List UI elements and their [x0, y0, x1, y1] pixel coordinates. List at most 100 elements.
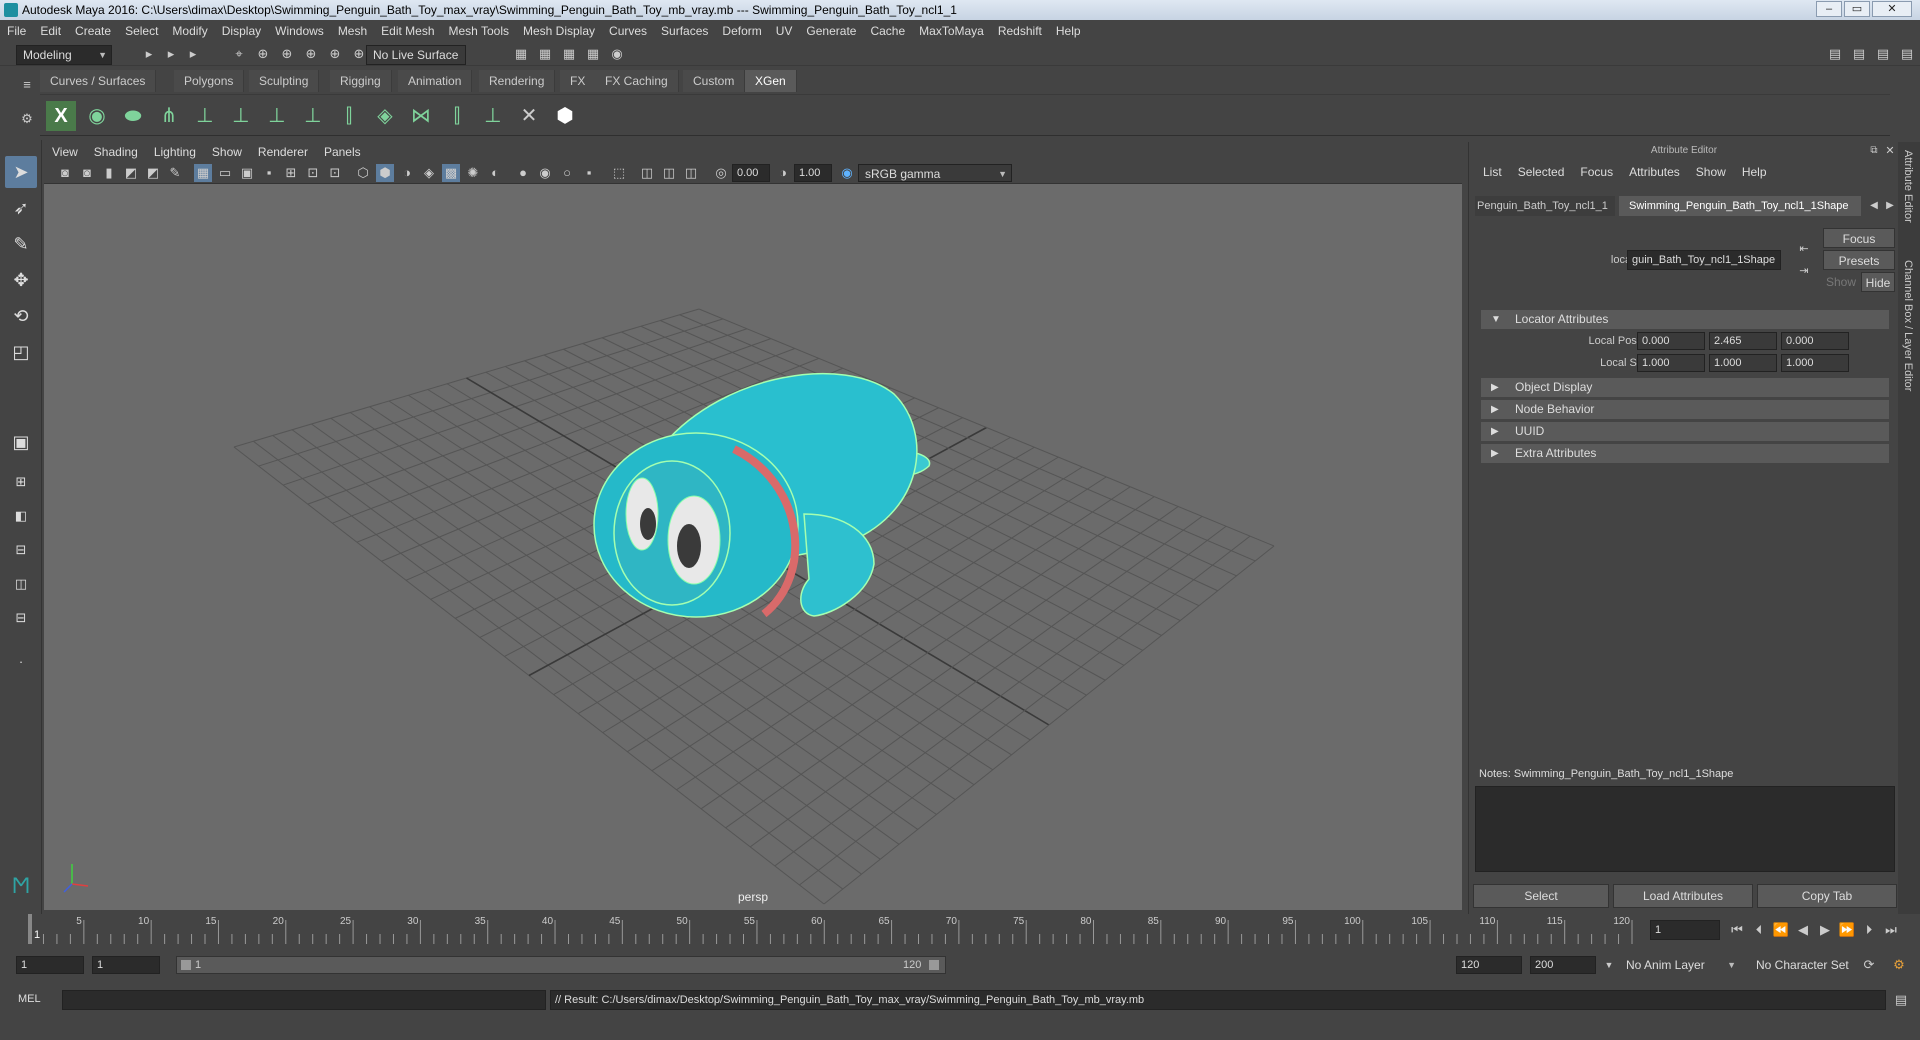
field-chart-icon[interactable]: ⊞ — [282, 164, 300, 182]
file-save-icon[interactable]: ▸ — [184, 45, 202, 63]
menu-edit-mesh[interactable]: Edit Mesh — [374, 20, 441, 42]
perspective-viewport[interactable]: persp — [44, 184, 1462, 910]
channel-box-side-tab[interactable]: Channel Box / Layer Editor — [1902, 260, 1914, 391]
range-bar[interactable]: 1 120 — [176, 956, 946, 974]
xgen-cut-icon[interactable]: ⫿ — [442, 101, 472, 131]
exposure-field[interactable]: 0.00 — [732, 164, 770, 182]
notes-textarea[interactable] — [1475, 786, 1895, 872]
auto-key-icon[interactable]: ⟳ — [1860, 956, 1878, 974]
depth-of-field-icon[interactable]: ▪ — [580, 164, 598, 182]
gamma-icon[interactable]: ◑ — [774, 164, 792, 182]
locator-attributes-section[interactable]: ▼ Locator Attributes — [1481, 310, 1889, 329]
snap-curve-icon[interactable]: ⊕ — [278, 45, 296, 63]
screen-space-ao-icon[interactable]: ● — [514, 164, 532, 182]
step-forward-frame-icon[interactable]: ⏵ — [1860, 921, 1878, 939]
use-all-lights-icon[interactable]: ✺ — [464, 164, 482, 182]
input-connection-icon[interactable]: ⇤ — [1795, 240, 1813, 258]
xgen-fur-icon[interactable]: ⫿ — [334, 101, 364, 131]
time-slider[interactable]: 5 10 15 20 25 30 35 40 45 50 55 60 65 70 75 80 85 90 95 100… — [22, 914, 1642, 944]
attribute-editor-toggle-icon[interactable]: ▤ — [1850, 45, 1868, 63]
animation-end-field[interactable]: 200 — [1530, 956, 1596, 974]
file-new-icon[interactable]: ▸ — [140, 45, 158, 63]
ae-menu-selected[interactable]: Selected — [1510, 162, 1573, 182]
viewport-menu-renderer[interactable]: Renderer — [250, 142, 316, 162]
live-surface-field[interactable]: No Live Surface — [366, 45, 466, 65]
wireframe-on-shaded-icon[interactable]: ◈ — [420, 164, 438, 182]
xgen-guide-icon[interactable]: ⊥ — [262, 101, 292, 131]
color-management-icon[interactable]: ◉ — [838, 164, 856, 182]
grease-pencil-icon[interactable]: ✎ — [166, 164, 184, 182]
xgen-clump-icon[interactable]: ⋈ — [406, 101, 436, 131]
lasso-tool-icon[interactable]: ➶ — [5, 192, 37, 224]
command-input[interactable] — [62, 990, 546, 1010]
select-hierarchy-icon[interactable]: ⌖ — [230, 45, 248, 63]
safe-title-icon[interactable]: ⊡ — [326, 164, 344, 182]
file-open-icon[interactable]: ▸ — [162, 45, 180, 63]
select-button[interactable]: Select — [1473, 884, 1609, 908]
render-frame-icon[interactable]: ▦ — [536, 45, 554, 63]
shelf-menu-icon[interactable]: ≡ — [18, 76, 36, 94]
resolution-gate-icon[interactable]: ▣ — [238, 164, 256, 182]
2d-pan-zoom-icon[interactable]: ◩ — [144, 164, 162, 182]
xgen-lock-icon[interactable]: ⊥ — [298, 101, 328, 131]
shelf-tab-curves-surfaces[interactable]: Curves / Surfaces — [40, 70, 157, 92]
render-view-icon[interactable]: ▦ — [512, 45, 530, 63]
animation-preferences-icon[interactable]: ⚙ — [1890, 956, 1908, 974]
menu-cache[interactable]: Cache — [863, 20, 912, 42]
motion-blur-icon[interactable]: ◉ — [536, 164, 554, 182]
menu-display[interactable]: Display — [215, 20, 268, 42]
node-behavior-section[interactable]: ▶ Node Behavior — [1481, 400, 1889, 419]
xgen-layers-icon[interactable]: ◈ — [370, 101, 400, 131]
presets-button[interactable]: Presets — [1823, 250, 1895, 270]
xray-icon[interactable]: ◫ — [638, 164, 656, 182]
tab-transform-node[interactable]: Penguin_Bath_Toy_ncl1_1 — [1475, 196, 1615, 216]
menu-windows[interactable]: Windows — [268, 20, 331, 42]
menu-uv[interactable]: UV — [769, 20, 800, 42]
grid-toggle-icon[interactable]: ▦ — [194, 164, 212, 182]
scale-tool-icon[interactable]: ◰ — [5, 336, 37, 368]
shelf-tab-animation[interactable]: Animation — [398, 70, 473, 92]
viewport-menu-show[interactable]: Show — [204, 142, 250, 162]
exposure-icon[interactable]: ◎ — [712, 164, 730, 182]
four-view-icon[interactable]: ⊞ — [5, 466, 37, 498]
shadows-icon[interactable]: ◐ — [486, 164, 504, 182]
minimize-button[interactable]: – — [1816, 1, 1842, 17]
menu-curves[interactable]: Curves — [602, 20, 654, 42]
xgen-length-icon[interactable]: ⊥ — [478, 101, 508, 131]
menu-file[interactable]: File — [0, 20, 33, 42]
gamma-field[interactable]: 1.00 — [794, 164, 832, 182]
tab-next-icon[interactable]: ▶ — [1881, 197, 1899, 215]
step-back-frame-icon[interactable]: ⏴ — [1750, 921, 1768, 939]
show-button[interactable]: Show — [1823, 272, 1859, 292]
snap-view-icon[interactable]: ⊕ — [326, 45, 344, 63]
rotate-tool-icon[interactable]: ⟲ — [5, 300, 37, 332]
shelf-tab-fx-caching[interactable]: FX Caching — [595, 70, 679, 92]
multisample-aa-icon[interactable]: ○ — [558, 164, 576, 182]
local-scale-x-field[interactable]: 1.000 — [1637, 354, 1705, 372]
focus-button[interactable]: Focus — [1823, 228, 1895, 248]
uuid-section[interactable]: ▶ UUID — [1481, 422, 1889, 441]
menu-redshift[interactable]: Redshift — [991, 20, 1049, 42]
default-material-icon[interactable]: ◑ — [398, 164, 416, 182]
go-to-end-icon[interactable]: ⏭ — [1882, 921, 1900, 939]
anim-layer-dropdown[interactable]: No Anim Layer ▼ — [1620, 956, 1740, 974]
playback-end-field[interactable]: 120 — [1456, 956, 1522, 974]
locator-name-field[interactable]: guin_Bath_Toy_ncl1_1Shape — [1627, 250, 1781, 270]
isolate-select-icon[interactable]: ⬚ — [610, 164, 628, 182]
single-perspective-icon[interactable]: ▣ — [5, 426, 37, 458]
step-back-key-icon[interactable]: ⏪ — [1772, 921, 1790, 939]
snap-grid-icon[interactable]: ⊕ — [254, 45, 272, 63]
play-backwards-icon[interactable]: ◀ — [1794, 921, 1812, 939]
copy-tab-button[interactable]: Copy Tab — [1757, 884, 1897, 908]
xgen-grass-icon[interactable]: ⋔ — [154, 101, 184, 131]
color-space-dropdown[interactable]: sRGB gamma ▼ — [858, 164, 1012, 182]
script-editor-icon[interactable]: ▤ — [1892, 991, 1910, 1009]
menu-help[interactable]: Help — [1049, 20, 1088, 42]
move-tool-icon[interactable]: ✥ — [5, 264, 37, 296]
tab-shape-node[interactable]: Swimming_Penguin_Bath_Toy_ncl1_1Shape — [1619, 196, 1861, 216]
viewport-menu-view[interactable]: View — [44, 142, 86, 162]
object-display-section[interactable]: ▶ Object Display — [1481, 378, 1889, 397]
range-start-handle[interactable] — [181, 960, 191, 970]
shelf-tab-rendering[interactable]: Rendering — [479, 70, 556, 92]
camera-attributes-icon[interactable]: ◙ — [78, 164, 96, 182]
